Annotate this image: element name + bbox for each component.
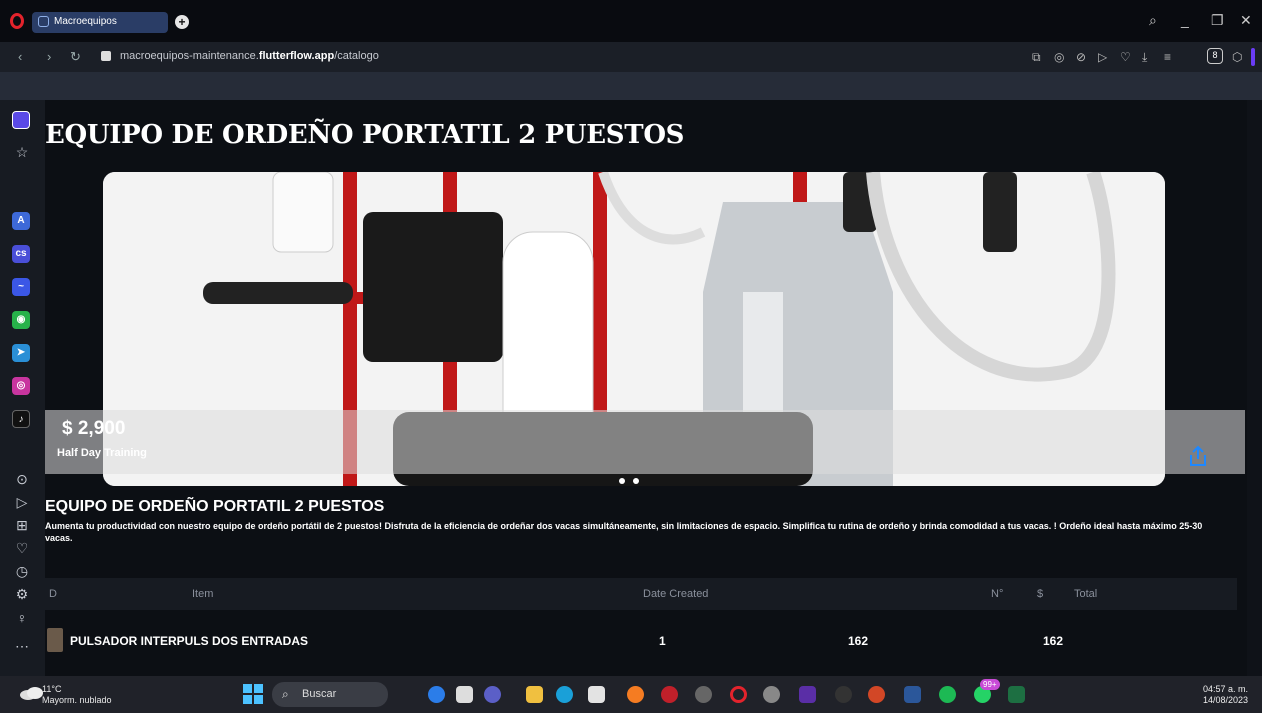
bulb-icon[interactable]: ♀ (13, 610, 31, 626)
header-price: $ (1037, 588, 1044, 600)
restore-button[interactable]: ❐ (1211, 12, 1224, 29)
bing-icon[interactable] (428, 686, 445, 703)
settings-icon[interactable]: ⚙ (13, 586, 31, 603)
tab-title: Macroequipos (54, 16, 117, 27)
date: 14/08/2023 (1202, 695, 1248, 705)
price-banner (45, 410, 1245, 474)
product-description: Aumenta tu productividad con nuestro equ… (45, 521, 1203, 543)
header-item: Item (192, 588, 214, 600)
spotify-icon[interactable] (939, 686, 956, 703)
cs-icon[interactable]: cs (12, 245, 30, 263)
task-view-icon[interactable] (456, 686, 473, 703)
new-tab-button[interactable]: + (175, 15, 189, 29)
forward-icon[interactable]: › (47, 49, 51, 64)
heart-icon[interactable]: ♡ (1120, 50, 1131, 64)
play-icon[interactable]: ▷ (1098, 50, 1107, 64)
back-icon[interactable]: ‹ (18, 49, 22, 64)
game-icon[interactable] (661, 686, 678, 703)
url-field[interactable]: macroequipos-maintenance.flutterflow.app… (120, 50, 379, 62)
section-title: EQUIPO DE ORDEÑO PORTATIL 2 PUESTOS (45, 498, 385, 515)
header-number: N° (991, 588, 1004, 600)
page-title: EQUIPO DE ORDEÑO PORTATIL 2 PUESTOS (45, 120, 685, 150)
row-item: PULSADOR INTERPULS DOS ENTRADAS (70, 634, 309, 648)
header-id: D (49, 588, 57, 600)
opera-taskbar-icon[interactable] (730, 686, 747, 703)
shield-icon[interactable]: ⊘ (1076, 50, 1086, 64)
browser-tab[interactable]: Macroequipos (32, 12, 168, 33)
grid-icon[interactable]: ⊞ (13, 517, 31, 534)
lock-icon (101, 51, 111, 61)
time: 04:57 a. m. (1202, 684, 1248, 694)
settings-taskbar-icon[interactable] (763, 686, 780, 703)
row-total: 162 (1043, 634, 1064, 648)
windows-start-icon[interactable] (243, 684, 263, 704)
send-icon[interactable]: ▷ (13, 494, 31, 511)
account-button[interactable]: 8 (1207, 48, 1223, 64)
home-icon[interactable] (12, 111, 30, 129)
powerpoint-icon[interactable] (868, 686, 885, 703)
row-price: 162 (848, 634, 869, 648)
aria-icon[interactable]: A (12, 212, 30, 230)
photos-icon[interactable] (799, 686, 816, 703)
product-subtitle: Half Day Training (57, 447, 147, 459)
product-price: $ 2,900 (62, 418, 126, 439)
search-label: Buscar (302, 688, 337, 700)
taskbar: 11°C Mayorm. nublado ⌕ Buscar 99+ 04:57 … (0, 676, 1262, 713)
minimize-button[interactable]: _ (1181, 12, 1189, 28)
search-icon: ⌕ (282, 687, 289, 701)
star-icon[interactable]: ☆ (13, 144, 31, 161)
edge-icon[interactable] (556, 686, 573, 703)
product-page: EQUIPO DE ORDEÑO PORTATIL 2 PUESTOS $ 2,… (45, 100, 1247, 676)
tab-favicon-icon (38, 16, 49, 27)
tiktok-icon[interactable]: ♪ (12, 410, 30, 428)
firefox-icon[interactable] (627, 686, 644, 703)
file-explorer-icon[interactable] (526, 686, 543, 703)
header-date: Date Created (643, 588, 709, 600)
weather-widget[interactable]: 11°C Mayorm. nublado (42, 684, 112, 706)
url-domain: flutterflow.app (258, 50, 335, 62)
word-icon[interactable] (904, 686, 921, 703)
excel-icon[interactable] (1008, 686, 1025, 703)
instagram-icon[interactable]: ◎ (12, 377, 30, 395)
obs-icon[interactable] (835, 686, 852, 703)
accent-bar (1251, 48, 1255, 66)
close-button[interactable]: ✕ (1240, 12, 1252, 29)
more-icon[interactable]: ⋯ (13, 638, 31, 655)
row-qty: 1 (659, 634, 666, 648)
address-bar: ‹ › ↻ macroequipos-maintenance.flutterfl… (0, 42, 1262, 72)
telegram-icon[interactable]: ➤ (12, 344, 30, 362)
temperature: 11°C (42, 684, 62, 694)
messenger-icon[interactable]: ~ (12, 278, 30, 296)
chat-icon[interactable] (484, 686, 501, 703)
table-header: D Item Date Created N° $ Total (45, 578, 1237, 610)
browser-sidebar: ☆ A cs ~ ◉ ➤ ◎ ♪ ⊙ ▷ ⊞ ♡ ◷ ⚙ ♀ ⋯ (0, 100, 45, 676)
browser-tab-bar: Macroequipos + ⌕ _ ❐ ✕ (0, 0, 1262, 42)
menu-icon[interactable]: ≡ (1164, 50, 1171, 64)
url-prefix: macroequipos-maintenance. (120, 50, 259, 62)
bookmarks-strip (0, 72, 1262, 100)
snapshot-icon[interactable]: ⧉ (1032, 50, 1041, 65)
cube-icon[interactable]: ⬡ (1232, 50, 1242, 64)
camera-icon[interactable]: ◎ (1054, 50, 1064, 64)
notification-badge: 99+ (980, 679, 1000, 690)
item-thumbnail (47, 628, 63, 652)
taskbar-search[interactable]: ⌕ Buscar (272, 682, 388, 707)
weather-text: Mayorm. nublado (42, 695, 112, 705)
whatsapp-icon[interactable]: ◉ (12, 311, 30, 329)
header-total: Total (1074, 588, 1098, 600)
system-clock[interactable]: 04:57 a. m. 14/08/2023 (1203, 684, 1248, 706)
carousel-dots[interactable] (619, 471, 647, 489)
heart-icon[interactable]: ♡ (13, 540, 31, 557)
table-row[interactable]: PULSADOR INTERPULS DOS ENTRADAS 1 162 16… (45, 624, 1237, 660)
share-icon[interactable] (1188, 445, 1208, 467)
download-icon[interactable]: ⤓ (1142, 50, 1147, 65)
url-path: /catalogo (334, 50, 379, 62)
reload-icon[interactable]: ↻ (70, 49, 81, 65)
search-icon[interactable]: ⌕ (1149, 12, 1157, 29)
store-icon[interactable] (588, 686, 605, 703)
history-icon[interactable]: ◷ (13, 563, 31, 580)
app-icon[interactable] (695, 686, 712, 703)
opera-logo-icon[interactable] (10, 13, 24, 29)
player-icon[interactable]: ⊙ (13, 471, 31, 488)
